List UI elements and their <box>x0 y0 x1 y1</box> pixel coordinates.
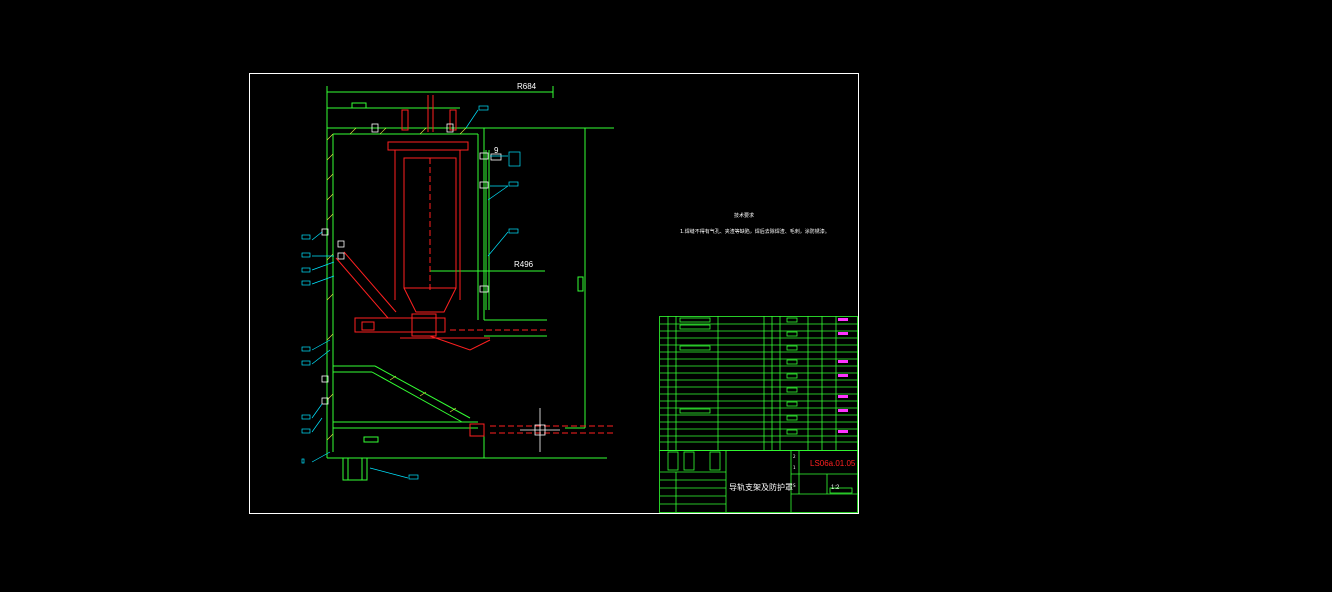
title-block-drawing-code: LS06a.01.05 <box>810 459 856 468</box>
fasteners <box>321 123 502 405</box>
notes-heading: 技术要求 <box>734 212 754 219</box>
dimension-small: 9 <box>494 146 499 155</box>
sheet-border <box>249 73 859 514</box>
notes-line-1: 1.焊缝不得有气孔、夹渣等缺陷，焊后去除焊渣、毛刺，涂防锈漆。 <box>680 228 830 235</box>
cad-drawing-sheet: R684 R496 9 技术要求 1.焊缝不得有气孔、夹渣等缺陷，焊后去除焊渣、… <box>249 73 859 514</box>
title-block-scale: 1:2 <box>831 485 840 491</box>
drive-mechanism <box>335 95 614 437</box>
title-block-sheet-mark-2: 1 <box>793 465 796 470</box>
balloon-leaders <box>301 105 521 480</box>
center-mark <box>520 408 560 452</box>
title-block-sheet-mark-1: 2 <box>793 454 796 459</box>
parts-list-accents <box>838 318 848 433</box>
dimension-top-radius: R684 <box>517 82 537 91</box>
wall-hatching <box>326 127 467 441</box>
dimension-inner-radius: R496 <box>514 260 534 269</box>
housing-structure <box>326 86 614 481</box>
parts-list-table <box>659 316 858 451</box>
title-block-stamp: S <box>793 483 796 488</box>
title-block-part-name: 导轨支架及防护罩 <box>729 482 793 492</box>
